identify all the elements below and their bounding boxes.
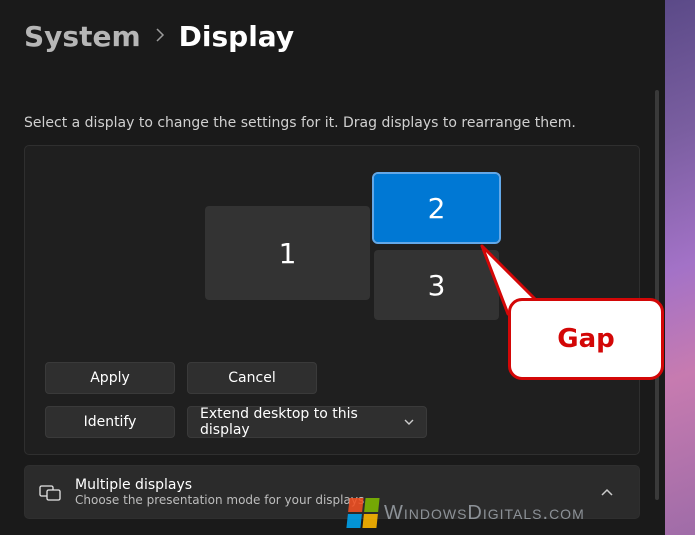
breadcrumb-current: Display (179, 20, 294, 53)
multiple-displays-title: Multiple displays (75, 477, 364, 493)
breadcrumb-parent-link[interactable]: System (24, 20, 141, 53)
scrollbar[interactable] (655, 90, 659, 500)
desktop-wallpaper-strip (665, 0, 695, 535)
display-1[interactable]: 1 (205, 206, 370, 300)
chevron-right-icon (155, 28, 165, 46)
chevron-up-icon[interactable] (595, 480, 619, 504)
display-2[interactable]: 2 (374, 174, 499, 242)
display-helper-text: Select a display to change the settings … (24, 115, 641, 131)
watermark-text: WindowsDigitals.com (384, 502, 585, 525)
identify-button[interactable]: Identify (45, 406, 175, 438)
chevron-down-icon (404, 416, 414, 429)
breadcrumb: System Display (24, 20, 641, 53)
display-mode-dropdown[interactable]: Extend desktop to this display (187, 406, 427, 438)
watermark: WindowsDigitals.com (348, 498, 585, 528)
cancel-button[interactable]: Cancel (187, 362, 317, 394)
apply-button[interactable]: Apply (45, 362, 175, 394)
gap-callout-label: Gap (557, 324, 615, 354)
multiple-displays-description: Choose the presentation mode for your di… (75, 493, 364, 507)
gap-callout: Gap (508, 298, 664, 380)
windows-logo-icon (346, 498, 379, 528)
multiple-displays-icon (39, 481, 61, 503)
display-mode-selected: Extend desktop to this display (200, 406, 404, 438)
